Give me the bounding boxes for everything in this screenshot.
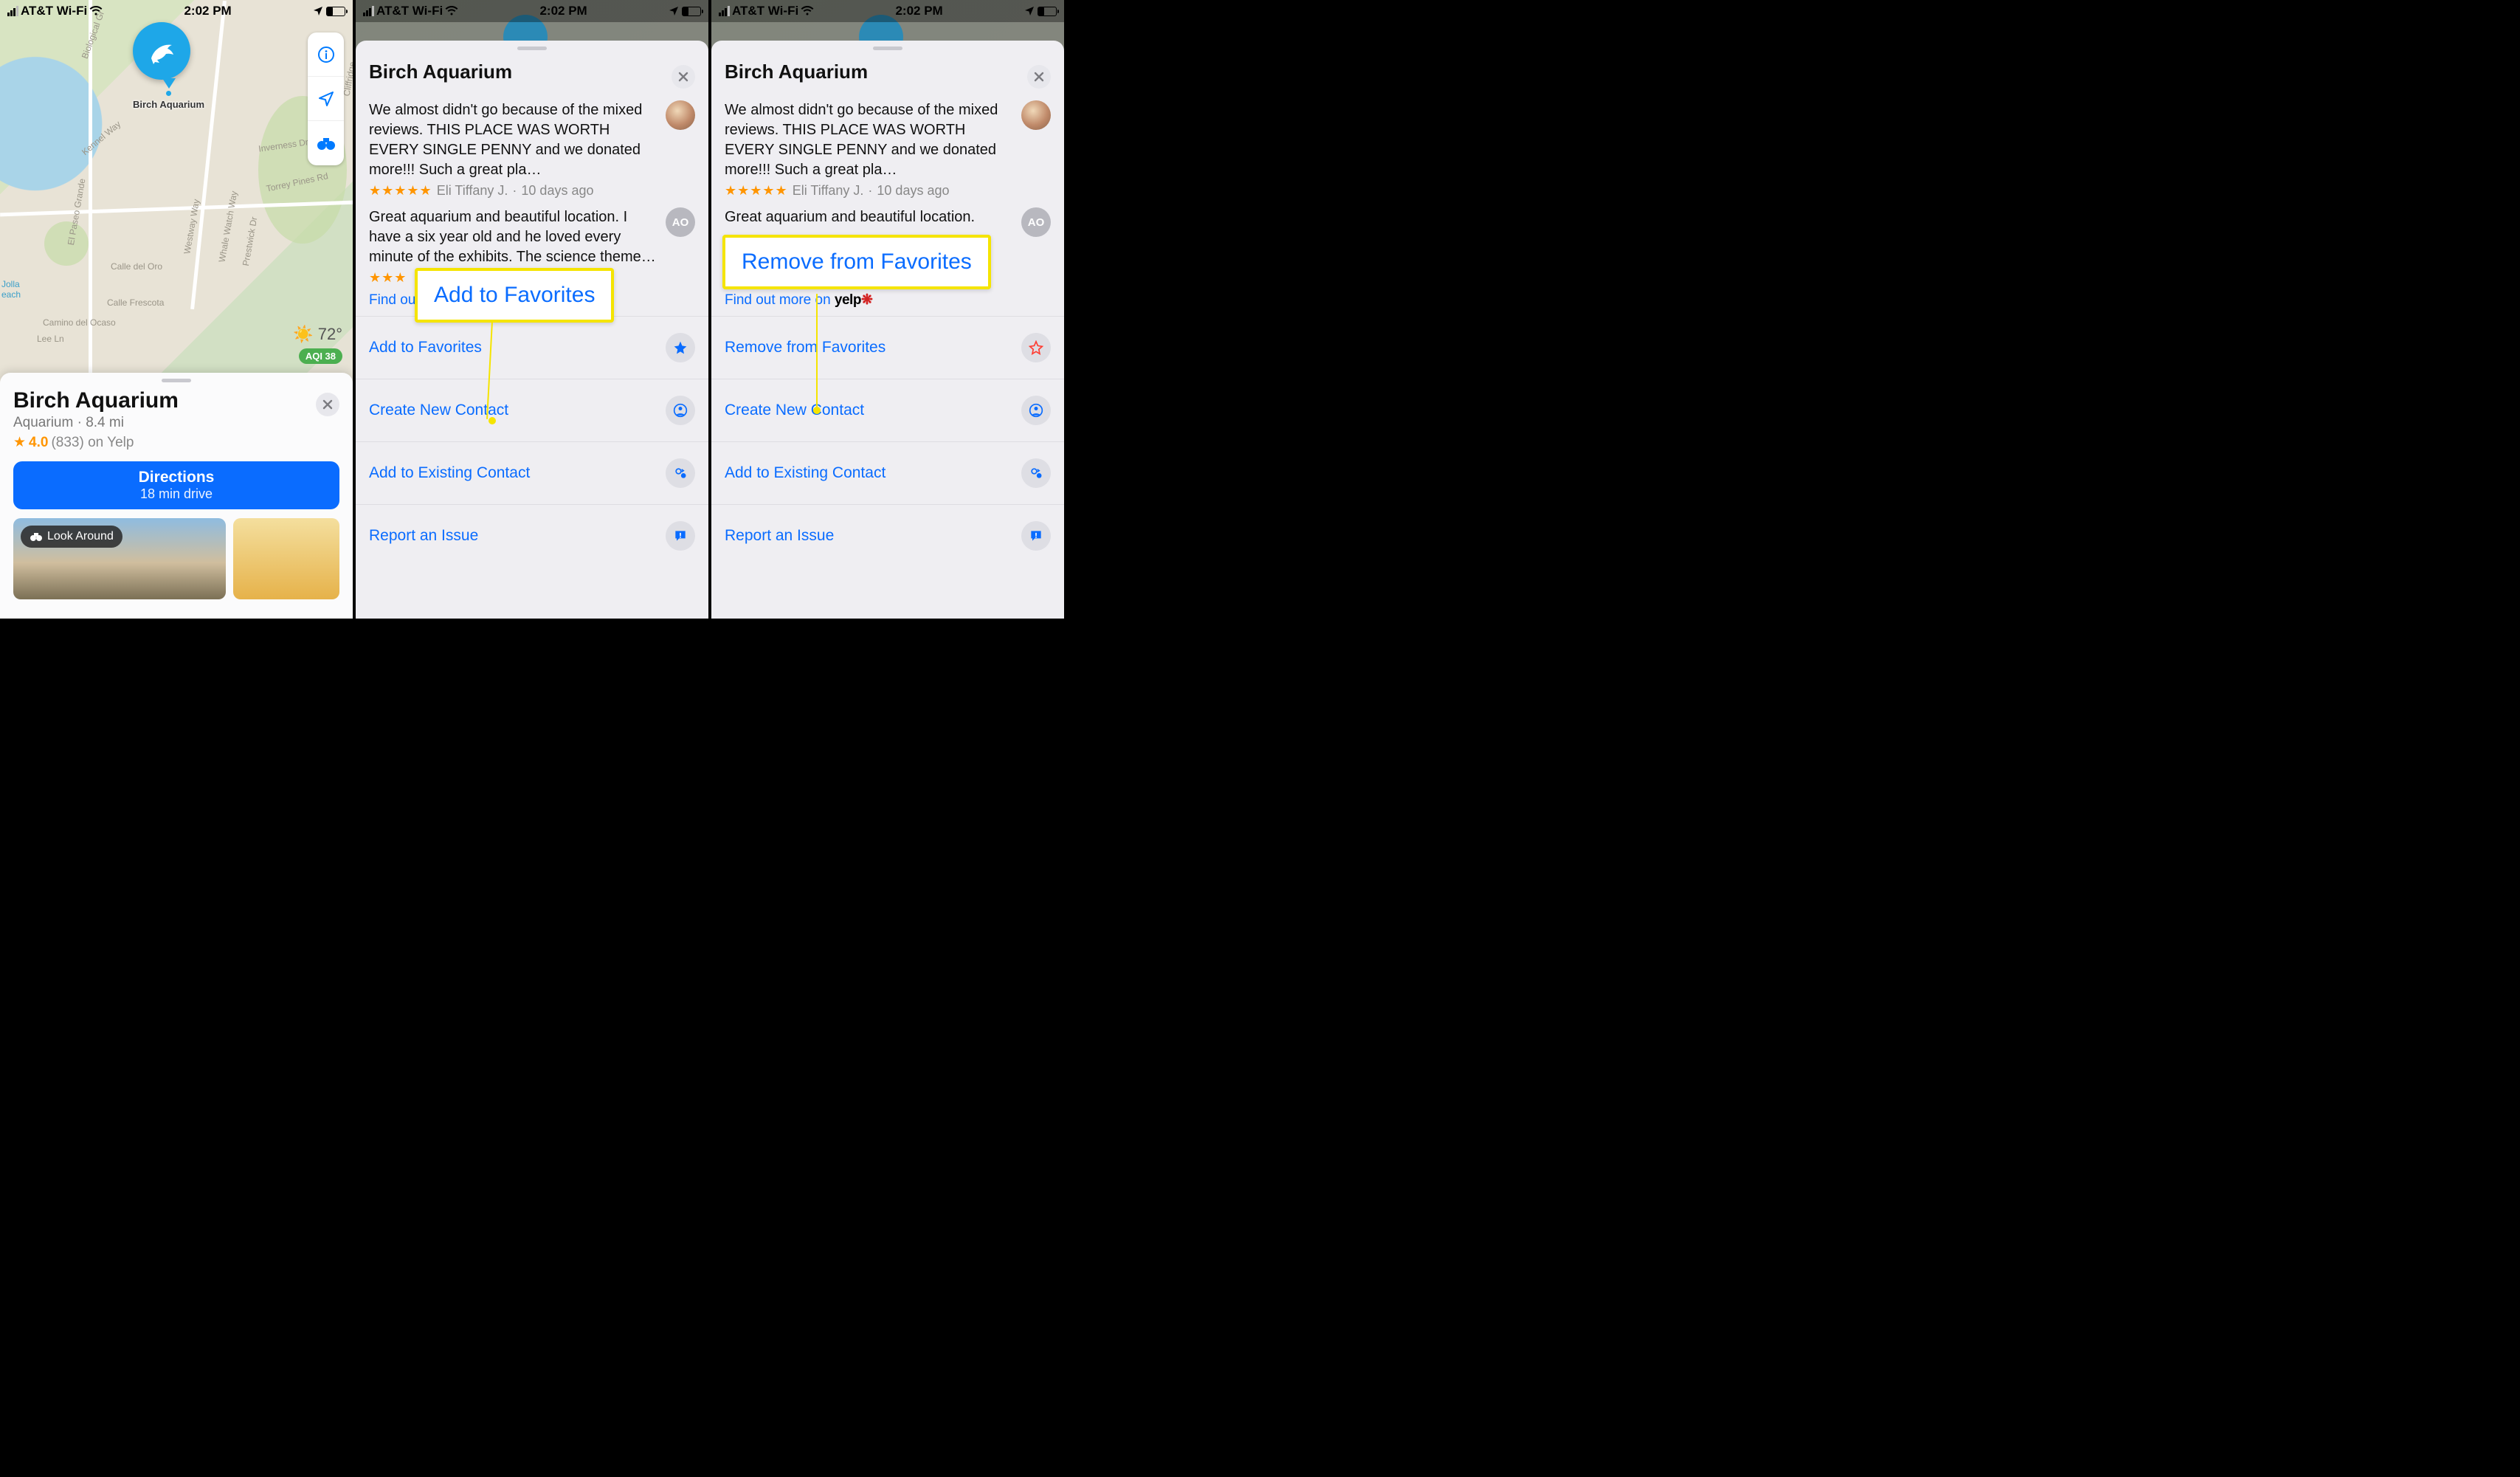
screen-add-favorite: AT&T Wi-Fi 2:02 PM Birch Aquarium We alm… xyxy=(356,0,711,619)
avatar xyxy=(1021,100,1051,130)
location-icon xyxy=(669,6,679,16)
directions-button[interactable]: Directions 18 min drive xyxy=(13,461,339,509)
battery-icon xyxy=(682,7,701,16)
contact-icon xyxy=(666,396,695,425)
star-filled-icon xyxy=(666,333,695,362)
map-controls xyxy=(308,32,344,165)
look-around-pill[interactable]: Look Around xyxy=(21,526,122,548)
close-button[interactable] xyxy=(1027,65,1051,89)
report-issue-row[interactable]: Report an Issue xyxy=(711,504,1064,567)
sheet-title: Birch Aquarium xyxy=(369,61,512,83)
binoculars-button[interactable] xyxy=(308,121,344,165)
remove-from-favorites-row[interactable]: Remove from Favorites xyxy=(711,316,1064,379)
star-outline-icon xyxy=(1021,333,1051,362)
photo-lookaround[interactable]: Look Around xyxy=(13,518,226,599)
report-issue-row[interactable]: Report an Issue xyxy=(356,504,708,567)
sheet-grabber[interactable] xyxy=(873,47,902,50)
yelp-logo: yelp❋ xyxy=(835,292,872,308)
review-item: We almost didn't go because of the mixed… xyxy=(711,94,1064,202)
aqi-badge: AQI 38 xyxy=(299,348,342,364)
contact-swap-icon xyxy=(666,458,695,488)
callout-line xyxy=(816,294,818,408)
stars-icon: ★★★ xyxy=(369,270,407,286)
callout-remove-favorites: Remove from Favorites xyxy=(722,235,991,289)
sun-icon: ☀️ xyxy=(293,325,313,344)
place-rating: ★4.0 (833) on Yelp xyxy=(13,434,179,451)
wifi-icon xyxy=(89,6,103,16)
carrier-label: AT&T Wi-Fi xyxy=(21,4,87,18)
dolphin-icon xyxy=(145,35,178,67)
map-pin[interactable]: Birch Aquarium xyxy=(133,22,204,110)
photo-strip[interactable]: Look Around xyxy=(0,518,353,599)
photo-thumb[interactable] xyxy=(233,518,339,599)
weather-badge: ☀️72° AQI 38 xyxy=(293,325,342,364)
avatar xyxy=(666,100,695,130)
report-icon xyxy=(1021,521,1051,551)
signal-icon xyxy=(363,6,374,16)
report-icon xyxy=(666,521,695,551)
add-existing-contact-row[interactable]: Add to Existing Contact xyxy=(711,441,1064,504)
sheet-grabber[interactable] xyxy=(162,379,191,382)
review-item: We almost didn't go because of the mixed… xyxy=(356,94,708,202)
location-icon xyxy=(1024,6,1035,16)
signal-icon xyxy=(7,6,18,16)
create-contact-row[interactable]: Create New Contact xyxy=(711,379,1064,441)
wifi-icon xyxy=(801,6,814,16)
contact-icon xyxy=(1021,396,1051,425)
battery-icon xyxy=(1038,7,1057,16)
battery-icon xyxy=(326,7,345,16)
location-icon xyxy=(313,6,323,16)
callout-add-favorites: Add to Favorites xyxy=(415,268,614,323)
callout-target-dot xyxy=(489,417,496,424)
avatar: AO xyxy=(1021,207,1051,237)
wifi-icon xyxy=(445,6,458,16)
place-title: Birch Aquarium xyxy=(13,388,179,413)
signal-icon xyxy=(719,6,730,16)
stars-icon: ★★★★★ xyxy=(369,183,432,199)
close-button[interactable] xyxy=(672,65,695,89)
close-button[interactable] xyxy=(316,393,339,416)
locate-button[interactable] xyxy=(308,77,344,121)
sheet-grabber[interactable] xyxy=(517,47,547,50)
info-button[interactable] xyxy=(308,32,344,77)
add-existing-contact-row[interactable]: Add to Existing Contact xyxy=(356,441,708,504)
detail-sheet[interactable]: Birch Aquarium We almost didn't go becau… xyxy=(356,41,708,619)
stars-icon: ★★★★★ xyxy=(725,183,788,199)
screen-remove-favorite: AT&T Wi-Fi 2:02 PM Birch Aquarium We alm… xyxy=(711,0,1067,619)
contact-swap-icon xyxy=(1021,458,1051,488)
place-card[interactable]: Birch Aquarium Aquarium · 8.4 mi ★4.0 (8… xyxy=(0,373,353,619)
add-to-favorites-row[interactable]: Add to Favorites xyxy=(356,316,708,379)
yelp-link[interactable]: Find out more on yelp❋ xyxy=(711,289,1064,316)
pin-label: Birch Aquarium xyxy=(133,99,204,110)
screen-map: AT&T Wi-Fi 2:02 PM Biological Gr Calle d… xyxy=(0,0,356,619)
place-subtitle: Aquarium · 8.4 mi xyxy=(13,415,179,431)
clock-label: 2:02 PM xyxy=(184,4,231,18)
binoculars-icon xyxy=(30,531,43,542)
sheet-title: Birch Aquarium xyxy=(725,61,868,83)
create-contact-row[interactable]: Create New Contact xyxy=(356,379,708,441)
avatar: AO xyxy=(666,207,695,237)
detail-sheet[interactable]: Birch Aquarium We almost didn't go becau… xyxy=(711,41,1064,619)
status-bar: AT&T Wi-Fi 2:02 PM xyxy=(0,0,353,22)
